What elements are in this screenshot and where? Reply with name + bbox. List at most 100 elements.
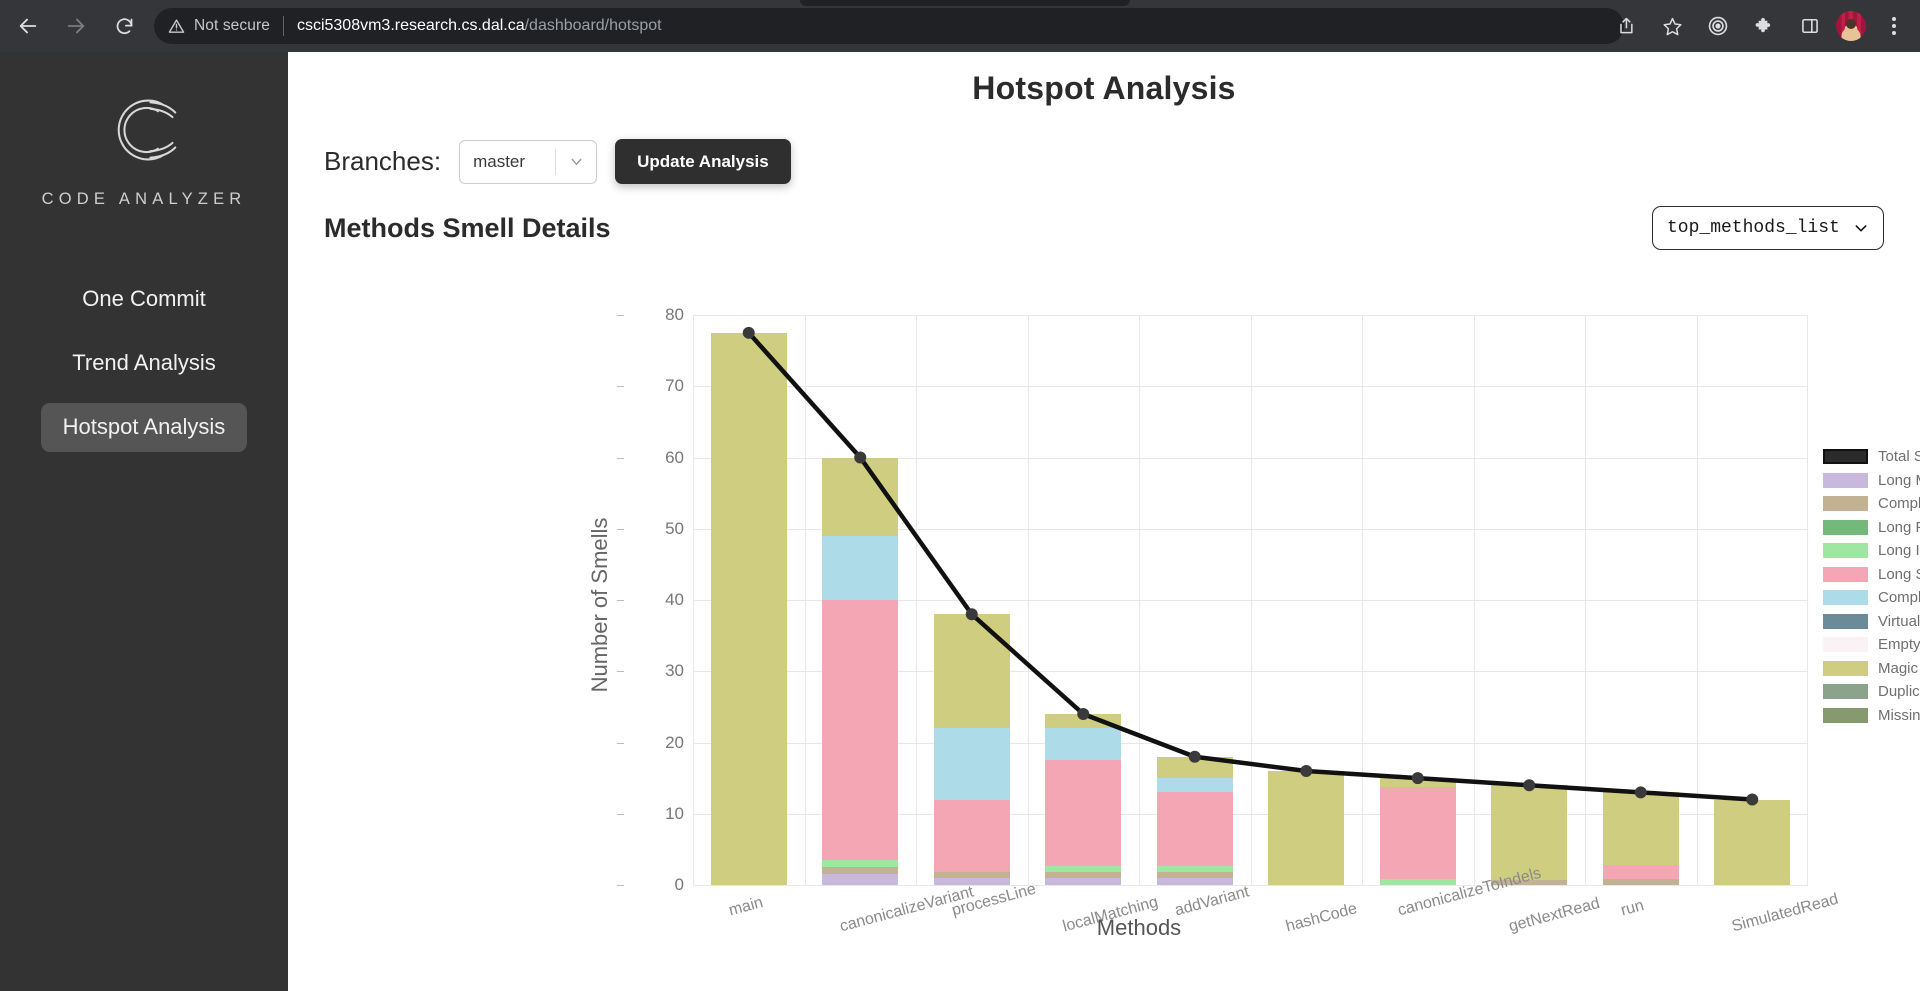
total-smell-point[interactable] (1746, 793, 1759, 806)
side-panel-icon[interactable] (1790, 6, 1830, 46)
chevron-down-icon[interactable] (556, 153, 596, 170)
y-axis-tick-mark (617, 885, 624, 886)
forward-arrow-icon[interactable] (56, 6, 96, 46)
y-axis-tick-label: 0 (617, 875, 684, 895)
legend-label: Missing Default (1878, 706, 1920, 724)
y-axis-tick-mark (617, 600, 624, 601)
y-axis-tick-mark (617, 813, 624, 815)
total-smell-point[interactable] (965, 608, 978, 621)
legend-item[interactable]: Long Identifier (1823, 541, 1920, 560)
y-axis-tick-mark (617, 386, 624, 388)
chart-legend: Total Smell Long Method Complex Method Long… (1823, 447, 1920, 725)
legend-label: Long Identifier (1878, 542, 1920, 559)
extensions-puzzle-icon[interactable] (1744, 6, 1784, 46)
reload-icon[interactable] (104, 6, 144, 46)
total-smell-point[interactable] (1411, 772, 1424, 785)
total-smell-point[interactable] (1523, 779, 1536, 792)
section-header: Methods Smell Details top_methods_list (324, 206, 1884, 250)
branch-controls: Branches: master Update Analysis (324, 139, 1920, 184)
total-smell-point[interactable] (1300, 765, 1313, 777)
legend-label: Complex Conditional (1878, 589, 1920, 606)
browser-menu-icon[interactable] (1874, 6, 1914, 46)
y-axis-tick-label: 50 (617, 519, 684, 539)
y-axis-tick-label: 70 (617, 376, 684, 396)
legend-item[interactable]: Magic Number (1823, 659, 1920, 678)
legend-swatch (1823, 637, 1868, 652)
methods-list-selected-value: top_methods_list (1667, 218, 1840, 238)
total-smell-point[interactable] (1188, 750, 1201, 763)
y-axis-tick-mark (617, 315, 624, 316)
total-smell-point[interactable] (742, 326, 755, 339)
sidebar-item-hotspot-analysis[interactable]: Hotspot Analysis (40, 403, 248, 452)
x-axis-label: Methods (288, 915, 1920, 941)
legend-item[interactable]: Long Statement (1823, 565, 1920, 584)
legend-item[interactable]: Long Parameter List (1823, 518, 1920, 537)
branches-label: Branches: (324, 146, 442, 176)
legend-item[interactable]: Duplicate Code (1823, 682, 1920, 701)
warning-triangle-icon[interactable] (168, 18, 185, 35)
y-axis-tick-label: 20 (617, 733, 684, 753)
code-analyzer-c-logo (117, 99, 177, 161)
legend-swatch (1823, 590, 1868, 605)
sidebar-item-one-commit[interactable]: One Commit (60, 275, 227, 323)
legend-swatch (1823, 543, 1868, 558)
legend-swatch (1823, 519, 1868, 535)
browser-toolbar: Not secure csci5308vm3.research.cs.dal.c… (0, 0, 1920, 52)
logo-text: CODE ANALYZER (41, 190, 247, 208)
legend-label: Long Parameter List (1878, 518, 1920, 536)
legend-item[interactable]: Empty Catch Clause (1823, 635, 1920, 654)
share-icon[interactable] (1606, 6, 1646, 46)
y-axis-tick-label: 60 (617, 448, 684, 468)
sidebar-item-trend-analysis[interactable]: Trend Analysis (50, 339, 237, 387)
legend-swatch (1823, 707, 1868, 723)
total-smell-point[interactable] (854, 451, 867, 464)
bookmark-star-icon[interactable] (1652, 6, 1692, 46)
y-axis-tick-mark (617, 528, 624, 530)
legend-label: Virtual Method Call from Constructor (1878, 612, 1920, 630)
branch-selected-value: master (473, 151, 526, 171)
avatar[interactable] (1836, 11, 1866, 41)
legend-label: Long Statement (1878, 565, 1920, 583)
target-circle-icon[interactable] (1698, 6, 1738, 46)
legend-label: Total Smell (1878, 448, 1920, 465)
y-axis-tick-mark (617, 671, 624, 673)
browser-actions (1606, 0, 1920, 52)
main-content: Hotspot Analysis Branches: master Update… (288, 52, 1920, 991)
tab-strip-stub (800, 0, 1130, 6)
hotspot-chart: Number of Smells 0 10 20 30 40 50 60 70 80 main c… (288, 260, 1920, 950)
address-bar[interactable]: Not secure csci5308vm3.research.cs.dal.c… (154, 8, 1624, 44)
legend-item[interactable]: Missing Default (1823, 706, 1920, 725)
sidebar-nav: One Commit Trend Analysis Hotspot Analys… (0, 275, 288, 452)
y-axis-label: Number of Smells (587, 517, 612, 693)
y-axis-tick-mark (617, 742, 624, 744)
legend-label: Empty Catch Clause (1878, 636, 1920, 653)
methods-list-select[interactable]: top_methods_list (1652, 206, 1884, 250)
y-axis-tick-label: 40 (617, 590, 684, 610)
legend-item[interactable]: Complex Method (1823, 494, 1920, 513)
legend-item[interactable]: Long Method (1823, 471, 1920, 490)
section-title: Methods Smell Details (324, 212, 611, 243)
legend-label: Magic Number (1878, 659, 1920, 677)
total-smell-point[interactable] (1077, 708, 1090, 720)
legend-item[interactable]: Total Smell (1823, 447, 1920, 466)
legend-item[interactable]: Complex Conditional (1823, 588, 1920, 607)
grid-line-horizontal (693, 885, 1808, 886)
url-path: /dashboard/hotspot (524, 17, 662, 34)
total-smell-polyline (747, 331, 1753, 802)
back-arrow-icon[interactable] (8, 6, 48, 46)
legend-label: Duplicate Code (1878, 683, 1920, 700)
update-analysis-button[interactable]: Update Analysis (615, 139, 791, 184)
legend-swatch (1823, 660, 1868, 676)
x-axis-label-text: Methods (1096, 915, 1182, 940)
security-status-label: Not secure (194, 17, 270, 34)
legend-item[interactable]: Virtual Method Call from Constructor (1823, 612, 1920, 631)
total-smell-line (742, 326, 1759, 806)
legend-swatch (1823, 472, 1868, 488)
legend-swatch (1823, 496, 1868, 511)
y-axis-tick-label: 30 (617, 661, 684, 681)
app-logo: CODE ANALYZER (42, 84, 247, 209)
y-axis-tick-mark (617, 457, 624, 459)
chevron-down-icon[interactable] (1853, 220, 1869, 236)
branch-select[interactable]: master (459, 139, 598, 184)
total-smell-point[interactable] (1634, 786, 1647, 799)
